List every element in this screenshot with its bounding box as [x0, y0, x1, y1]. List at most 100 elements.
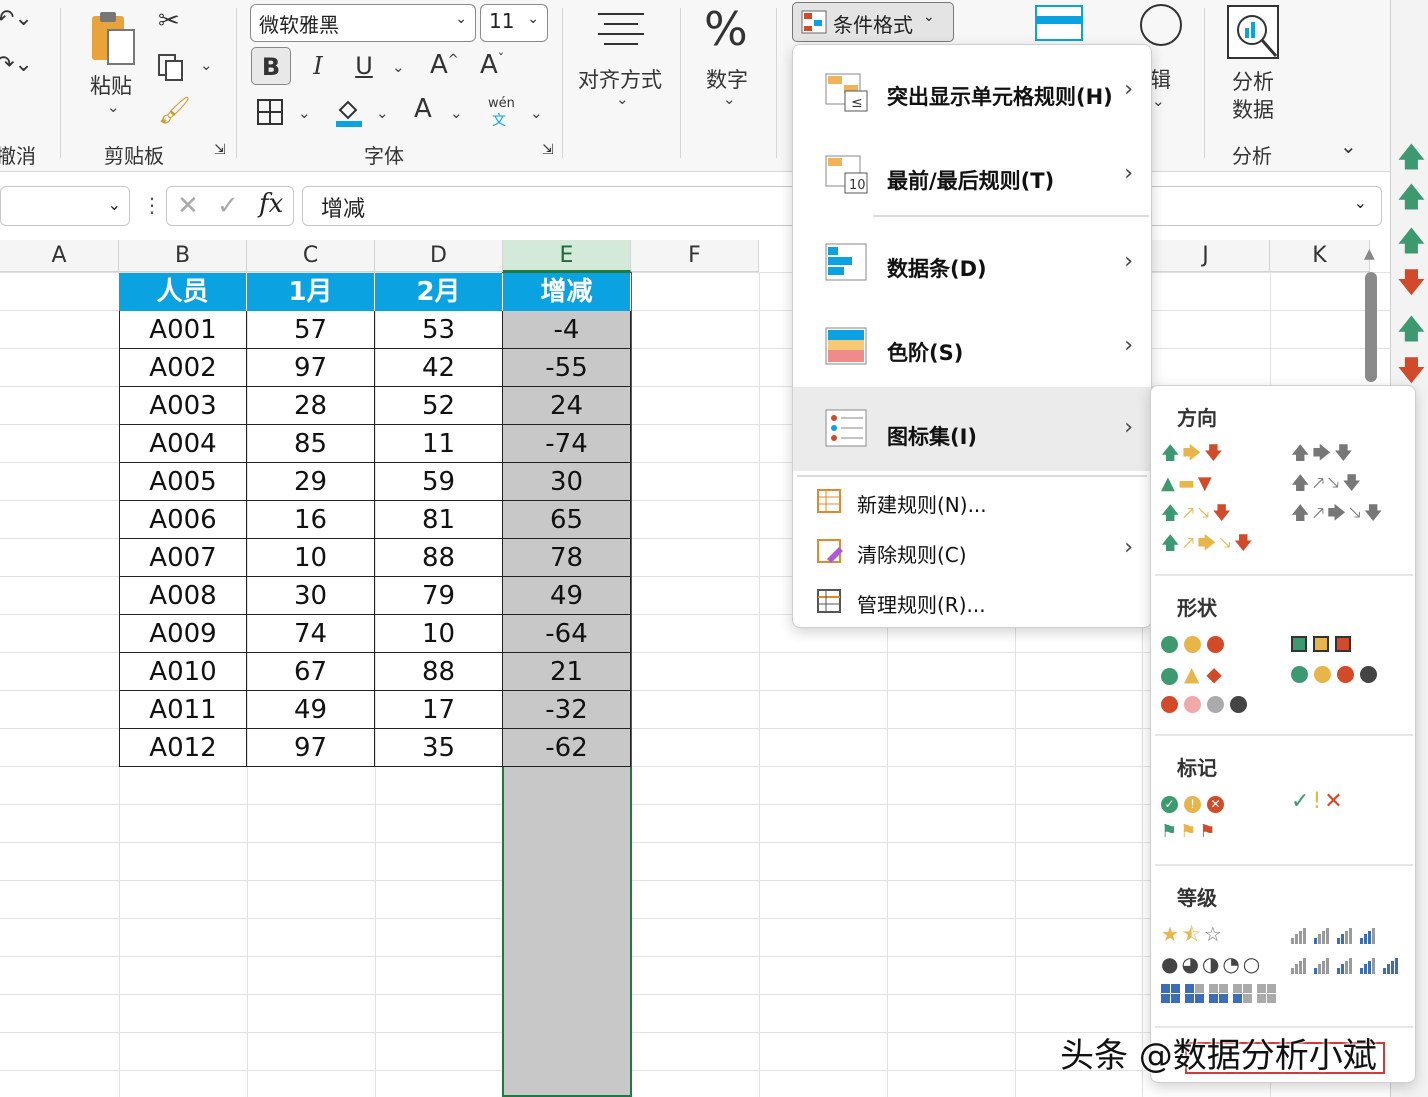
table-cell-person[interactable]: A010: [119, 653, 247, 691]
table-cell-person[interactable]: A009: [119, 615, 247, 653]
table-cell-person[interactable]: A002: [119, 349, 247, 387]
table-cell-person[interactable]: A004: [119, 425, 247, 463]
table-cell[interactable]: 10: [375, 615, 503, 653]
menu-item-clear-rules[interactable]: 清除规则(C) ›: [793, 533, 1151, 577]
paste-button[interactable]: 粘贴: [90, 70, 132, 100]
table-header-cell[interactable]: 人员: [119, 273, 247, 311]
table-cell-person[interactable]: A005: [119, 463, 247, 501]
phonetic-icon[interactable]: wén: [488, 96, 515, 111]
icon-set-4-red-to-black[interactable]: [1161, 694, 1253, 714]
alignment-icon[interactable]: [596, 10, 646, 50]
column-header-d[interactable]: D: [375, 240, 503, 272]
menu-item-color-scales[interactable]: 色阶(S) ›: [793, 321, 1151, 381]
table-cell[interactable]: -55: [503, 349, 631, 387]
name-box[interactable]: ⌄: [0, 186, 130, 226]
table-cell[interactable]: 88: [375, 539, 503, 577]
number-format-icon[interactable]: %: [704, 2, 748, 56]
column-header-a[interactable]: A: [0, 240, 119, 272]
paste-icon[interactable]: [88, 10, 138, 68]
table-cell[interactable]: 30: [503, 463, 631, 501]
table-cell[interactable]: -64: [503, 615, 631, 653]
table-cell[interactable]: -62: [503, 729, 631, 767]
table-cell-person[interactable]: A001: [119, 311, 247, 349]
icon-set-3-symbols[interactable]: ✓!✕: [1291, 791, 1346, 813]
table-cell[interactable]: 81: [375, 501, 503, 539]
column-header-f[interactable]: F: [631, 240, 759, 272]
table-cell-person[interactable]: A006: [119, 501, 247, 539]
icon-set-3-arrows-gray[interactable]: 🡅🡆🡇: [1291, 444, 1356, 464]
analyze-data-button[interactable]: 分析: [1232, 66, 1274, 96]
conditional-formatting-button[interactable]: 条件格式 ⌄: [792, 2, 954, 42]
table-cell[interactable]: 59: [375, 463, 503, 501]
icon-set-5-arrows-gray[interactable]: 🡅🡕🡆🡖🡇: [1291, 504, 1385, 524]
collapse-ribbon-icon[interactable]: ⌄: [1340, 134, 1357, 158]
icon-set-3-arrows-colored[interactable]: 🡅🡆🡇: [1161, 444, 1226, 464]
menu-item-top-bottom-rules[interactable]: 10 最前/最后规则(T) ›: [793, 149, 1151, 209]
table-cell[interactable]: 53: [375, 311, 503, 349]
column-header-c[interactable]: C: [247, 240, 375, 272]
icon-set-3-traffic-lights[interactable]: [1161, 634, 1230, 654]
table-cell-person[interactable]: A003: [119, 387, 247, 425]
underline-button[interactable]: U: [344, 47, 384, 85]
table-cell-person[interactable]: A012: [119, 729, 247, 767]
font-launcher-icon[interactable]: ⇲: [542, 142, 554, 158]
table-cell[interactable]: 57: [247, 311, 375, 349]
italic-button[interactable]: I: [298, 47, 338, 85]
menu-item-new-rule[interactable]: 新建规则(N)...: [793, 483, 1151, 527]
icon-set-4-traffic-lights[interactable]: [1291, 664, 1383, 684]
icon-set-5-quarters[interactable]: ●◕◑◔○: [1161, 954, 1263, 974]
table-cell[interactable]: 28: [247, 387, 375, 425]
table-cell[interactable]: 49: [247, 691, 375, 729]
scrollbar-thumb[interactable]: [1365, 272, 1377, 382]
more-options-icon[interactable]: ⋮: [142, 193, 162, 217]
column-header-b[interactable]: B: [119, 240, 247, 272]
bold-button[interactable]: B: [251, 47, 291, 85]
cancel-icon[interactable]: ✕: [177, 191, 199, 221]
table-cell[interactable]: 30: [247, 577, 375, 615]
paste-dropdown-icon[interactable]: ⌄: [107, 98, 120, 116]
column-header-j[interactable]: J: [1142, 240, 1270, 272]
copy-icon[interactable]: [156, 52, 186, 82]
table-cell[interactable]: 88: [375, 653, 503, 691]
table-header-cell[interactable]: 2月: [375, 273, 503, 311]
table-cell[interactable]: 11: [375, 425, 503, 463]
enter-icon[interactable]: ✓: [217, 191, 239, 221]
table-cell[interactable]: 97: [247, 729, 375, 767]
menu-item-highlight-rules[interactable]: ≤ 突出显示单元格规则(H) ›: [793, 65, 1151, 125]
icon-set-4-arrows-colored[interactable]: 🡅🡕🡖🡇: [1161, 504, 1234, 524]
icon-set-3-symbols-circled[interactable]: ✓! ✕: [1161, 794, 1230, 814]
menu-item-icon-sets[interactable]: 图标集(I) ›: [793, 387, 1151, 471]
table-header-cell[interactable]: 1月: [247, 273, 375, 311]
font-name-select[interactable]: 微软雅黑 ⌄: [250, 4, 476, 42]
table-cell[interactable]: 35: [375, 729, 503, 767]
fill-color-icon[interactable]: [334, 96, 364, 128]
table-cell[interactable]: 49: [503, 577, 631, 615]
find-icon[interactable]: [1140, 4, 1182, 46]
table-cell[interactable]: 74: [247, 615, 375, 653]
analyze-data-icon[interactable]: [1226, 4, 1282, 62]
icon-set-3-signs[interactable]: ▲ ◆: [1161, 664, 1225, 686]
table-cell[interactable]: 29: [247, 463, 375, 501]
table-cell[interactable]: 42: [375, 349, 503, 387]
table-cell[interactable]: 78: [503, 539, 631, 577]
column-header-e[interactable]: E: [503, 240, 631, 272]
table-cell[interactable]: 97: [247, 349, 375, 387]
font-color-icon[interactable]: A: [414, 94, 432, 124]
clipboard-launcher-icon[interactable]: ⇲: [214, 142, 226, 158]
icon-set-3-flags[interactable]: ⚑⚑⚑: [1161, 822, 1218, 842]
table-cell[interactable]: 67: [247, 653, 375, 691]
icon-set-3-traffic-lights-rimmed[interactable]: [1291, 634, 1357, 654]
scroll-up-icon[interactable]: ▲: [1364, 246, 1375, 262]
table-cell[interactable]: -32: [503, 691, 631, 729]
table-cell[interactable]: -4: [503, 311, 631, 349]
table-cell[interactable]: 52: [375, 387, 503, 425]
menu-item-manage-rules[interactable]: 管理规则(R)...: [793, 583, 1151, 627]
table-cell[interactable]: 24: [503, 387, 631, 425]
undo-icon[interactable]: ↶⌄: [0, 6, 33, 31]
table-cell[interactable]: -74: [503, 425, 631, 463]
icon-set-3-triangles[interactable]: ▲▬▼: [1161, 474, 1215, 494]
icon-set-3-stars[interactable]: ★⯪☆: [1161, 924, 1225, 944]
insert-function-icon[interactable]: fx: [259, 189, 283, 219]
table-cell[interactable]: 17: [375, 691, 503, 729]
table-cell[interactable]: 16: [247, 501, 375, 539]
